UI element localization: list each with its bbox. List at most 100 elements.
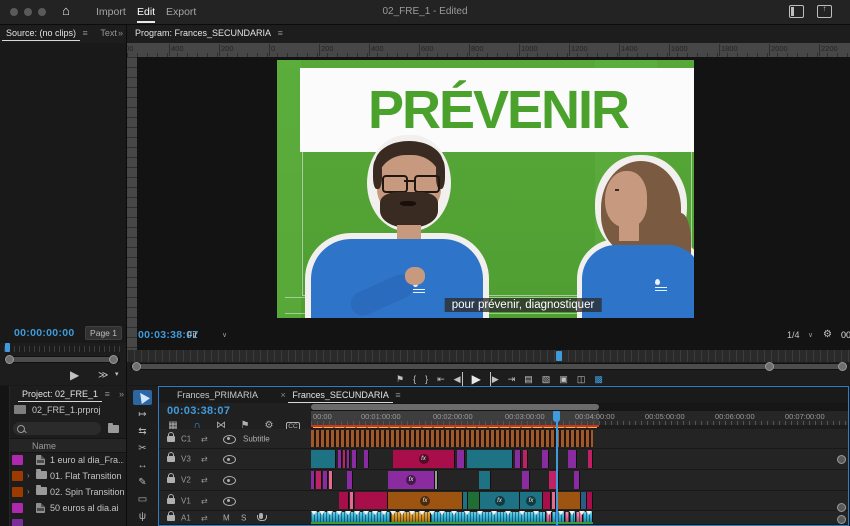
program-settings-icon[interactable]: ⚙ [823,329,832,340]
timeline-panel-menu-icon[interactable]: ≡ [395,390,400,400]
go-to-in-button[interactable]: ⇤ [437,372,445,386]
sync-lock-icon[interactable]: ⇄ [201,455,208,464]
clip[interactable] [343,450,346,468]
audio-keyframe-marker[interactable] [399,511,405,515]
zoom-level-select[interactable]: Fit [187,330,197,340]
menu-import[interactable]: Import [96,6,126,18]
source-seek-ruler[interactable] [4,346,120,352]
add-marker-button[interactable]: ⚑ [396,372,404,386]
slip-tool[interactable]: ↔ [133,458,152,473]
track-v1[interactable]: fxfxfx [311,491,848,511]
clip[interactable] [329,471,333,489]
label-color-chip[interactable] [12,455,23,465]
clip[interactable] [515,450,521,468]
share-icon[interactable]: ↑ [817,5,832,18]
tab-source[interactable]: Source: (no clips) [2,25,80,41]
audio-keyframe-marker[interactable] [311,511,317,515]
clip[interactable] [311,450,336,468]
program-seek-ruler[interactable] [127,350,850,362]
source-playhead[interactable] [5,343,10,352]
selection-tool[interactable] [133,390,152,405]
clip[interactable]: fx [480,492,520,509]
clip[interactable] [435,471,438,489]
audio-keyframe-marker[interactable] [327,511,333,515]
clip[interactable] [588,450,593,468]
rectangle-tool[interactable]: ▭ [133,492,152,507]
project-item-label[interactable]: 1 euro al dia_Fra... [50,455,124,465]
track-lock-icon[interactable] [167,456,175,462]
step-forward-button[interactable]: ▶ [490,372,499,386]
audio-keyframe-marker[interactable] [372,511,378,515]
clip[interactable]: fx [520,492,543,509]
name-column-header[interactable]: Name [32,441,56,451]
clip[interactable] [522,471,530,489]
audio-keyframe-marker[interactable] [451,511,457,515]
audio-keyframe-marker[interactable] [569,511,575,515]
track-lock-icon[interactable] [167,498,175,504]
project-row[interactable]: › 02. Spin Transition [10,484,126,500]
clip[interactable] [350,492,354,509]
project-row[interactable] [10,516,126,526]
audio-keyframe-marker[interactable] [586,511,592,515]
window-close-button[interactable] [10,8,18,16]
track-lock-icon[interactable] [167,515,175,521]
audio-keyframe-marker[interactable] [345,511,351,515]
track-header-v2[interactable]: V2⇄ [159,470,311,491]
clip[interactable] [467,450,513,468]
audio-keyframe-marker[interactable] [519,511,525,515]
sync-lock-icon[interactable]: ⇄ [201,476,208,485]
zoom-level-caret-icon[interactable]: ∨ [222,331,227,339]
source-more-buttons-icon[interactable]: ≫ [98,370,108,381]
clip[interactable] [457,450,465,468]
clip[interactable] [557,492,581,509]
project-item-label[interactable]: 02. Spin Transition [50,487,124,497]
track-header-v3[interactable]: V3⇄ [159,449,311,470]
playback-resolution-select[interactable]: 1/4 [787,330,800,340]
track-lock-icon[interactable] [167,436,175,442]
go-to-out-button[interactable]: ⇥ [508,372,516,386]
audio-keyframe-marker[interactable] [419,511,425,515]
track-header-c1[interactable]: C1⇄Subtitle [159,429,311,449]
clip[interactable] [574,471,580,489]
close-sequence-icon[interactable]: × [281,390,286,400]
voiceover-mic-icon[interactable] [259,513,263,519]
project-row[interactable]: ›01. Flat Transition [10,468,126,484]
clip[interactable]: fx [388,471,435,489]
pen-tool[interactable]: ✎ [133,475,152,490]
program-scrollbar[interactable] [130,363,847,370]
clip[interactable] [347,471,353,489]
audio-keyframe-marker[interactable] [336,511,342,515]
source-tab-overflow-icon[interactable]: » [118,28,123,38]
sync-lock-icon[interactable]: ⇄ [201,496,208,505]
audio-keyframe-marker[interactable] [533,511,539,515]
clip[interactable] [542,450,549,468]
track-select-forward-tool[interactable]: ↦ [133,407,152,422]
step-back-button[interactable]: ◀ [454,372,463,386]
label-color-chip[interactable] [12,503,23,513]
clip[interactable] [316,471,322,489]
clip[interactable] [323,471,328,489]
lift-button[interactable]: ▤ [524,372,533,386]
project-search-input[interactable] [13,422,101,435]
source-scrollbar[interactable] [4,356,120,363]
home-icon[interactable]: ⌂ [62,3,70,18]
track-v2[interactable]: fx [311,470,848,491]
program-panel-menu-icon[interactable]: ≡ [278,28,283,38]
expand-chevron-icon[interactable]: › [27,487,30,496]
audio-keyframe-marker[interactable] [579,511,585,515]
track-v3[interactable]: fx [311,449,848,470]
clip[interactable] [352,450,357,468]
clip[interactable] [364,450,369,468]
audio-keyframe-marker[interactable] [390,511,396,515]
timeline-playhead[interactable] [556,411,558,525]
export-frame-button[interactable]: ▣ [559,372,568,386]
clip[interactable]: fx [388,492,463,509]
menu-export[interactable]: Export [166,6,196,18]
source-timecode[interactable]: 00:00:00:00 [14,327,75,339]
razor-tool[interactable]: ✂ [133,441,152,456]
audio-keyframe-marker[interactable] [505,511,511,515]
new-bin-icon[interactable] [108,425,119,433]
label-color-chip[interactable] [12,519,23,526]
audio-keyframe-marker[interactable] [319,511,325,515]
clip[interactable] [355,492,388,509]
